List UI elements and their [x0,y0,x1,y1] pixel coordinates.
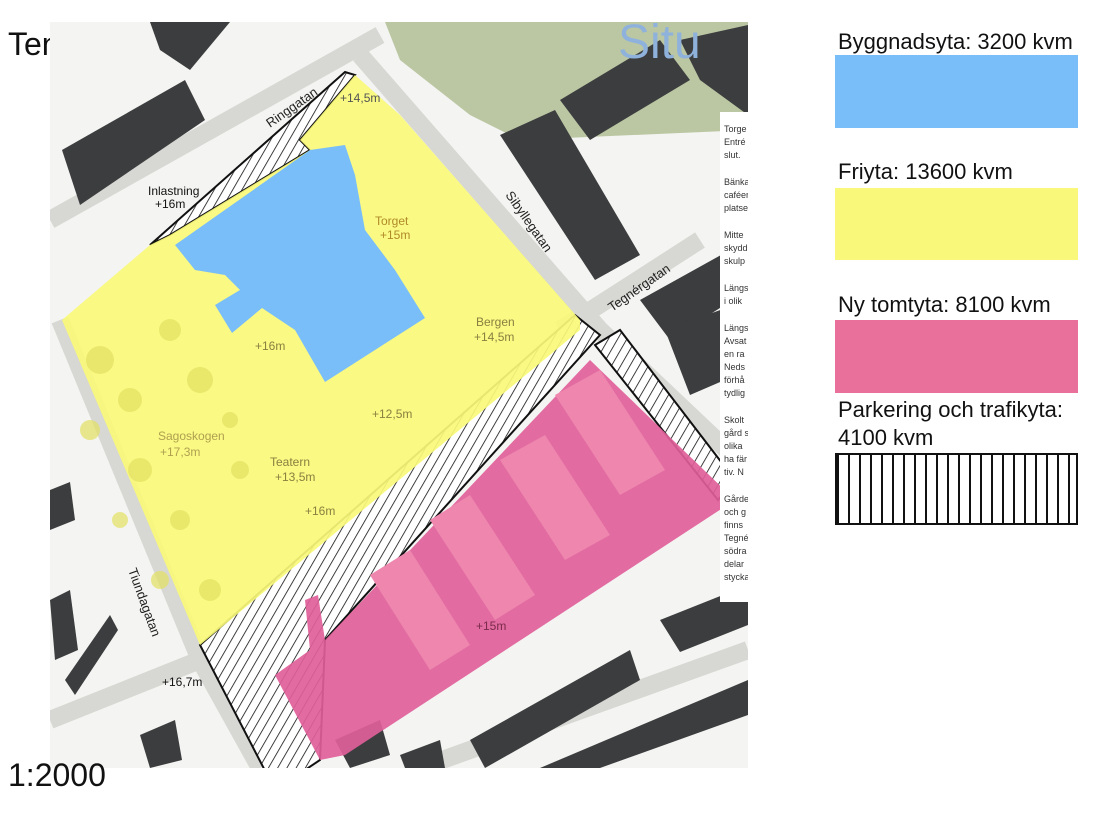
label-sagoskogen: Sagoskogen [158,429,225,443]
side-text-line: finns [724,520,744,530]
label-inlastning: Inlastning [148,184,199,198]
side-text-line: stycka [724,572,748,582]
side-text-line: slut. [724,150,741,160]
side-text-line: Tegné [724,533,748,543]
legend-label-parking: Parkering och trafikyta: [838,397,1063,422]
legend-label-open-space: Friyta: 13600 kvm [838,159,1013,184]
side-text-line: södra [724,546,747,556]
legend-label-parking-area: 4100 kvm [838,425,934,450]
side-text-line: Längs [724,323,748,333]
side-text-line: en ra [724,349,745,359]
legend-label-new-plot: Ny tomtyta: 8100 kvm [838,292,1051,317]
label-center-level: +16m [255,339,285,353]
side-text-line: Längs [724,283,748,293]
site-plan-map: Situ Ringgatan Sibyllegatan Tegnérgatan … [50,22,748,768]
side-text-line: gård s [724,428,748,438]
label-mid-level: +12,5m [372,407,412,421]
scale-label: 1:2000 [8,757,106,793]
legend-label-building: Byggnadsyta: 3200 kvm [838,29,1073,54]
side-text-line: i olik [724,296,743,306]
label-torget: Torget [375,214,409,228]
label-teatern-level: +13,5m [275,470,315,484]
label-torget-level: +15m [380,228,410,242]
label-south-level: +16m [305,504,335,518]
overlay-title: Situ [618,22,701,69]
label-plot-level: +15m [476,619,506,633]
side-text-lines: Torge Entré slut. Bänka caféer platse Mitte sky… [724,124,748,582]
side-text-line: och g [724,507,746,517]
side-text-line: Gårde [724,494,748,504]
label-inlastning-level: +16m [155,197,185,211]
side-text-line: tiv. N [724,467,744,477]
label-corner-level: +16,7m [162,675,202,689]
label-bergen: Bergen [476,315,515,329]
side-text-line: ha fär [724,454,747,464]
side-text-line: skulp [724,256,745,266]
side-text-line: Bänka [724,177,748,187]
legend-swatch-open-space [835,188,1078,260]
side-text-line: platse [724,203,748,213]
label-bergen-level: +14,5m [474,330,514,344]
side-text-line: Neds [724,362,746,372]
side-text-line: Entré [724,137,746,147]
side-text-line: Mitte [724,230,744,240]
label-top-level: +14,5m [340,91,380,105]
side-text-line: tydlig [724,388,745,398]
label-sagoskogen-level: +17,3m [160,445,200,459]
side-text-line: Avsat [724,336,747,346]
legend-swatch-building [835,55,1078,128]
legend-swatch-parking [835,453,1078,525]
legend-swatch-new-plot [835,320,1078,393]
label-teatern: Teatern [270,455,310,469]
side-text-line: olika [724,441,743,451]
side-text-line: caféer [724,190,748,200]
side-text-line: delar [724,559,744,569]
side-text-line: Skolt [724,415,745,425]
side-text-line: Torge [724,124,747,134]
side-text-line: förhå [724,375,745,385]
side-text-line: skydd [724,243,748,253]
